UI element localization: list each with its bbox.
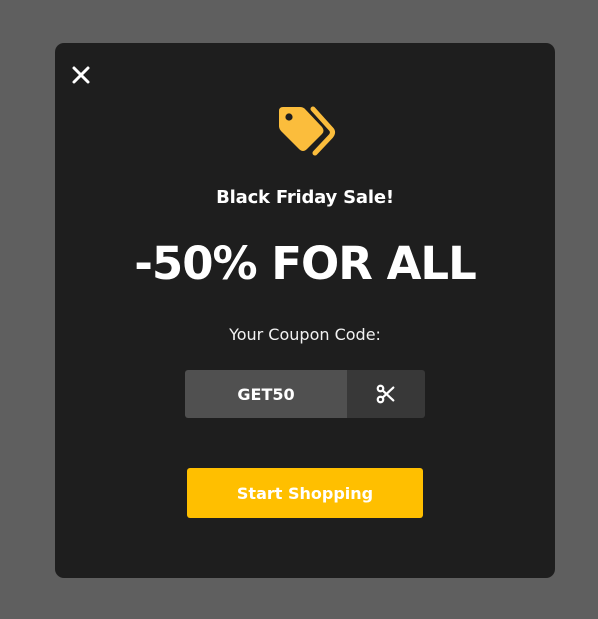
scissors-icon <box>376 384 395 404</box>
close-icon <box>72 66 90 84</box>
sale-subtitle: Black Friday Sale! <box>216 187 394 208</box>
coupon-label: Your Coupon Code: <box>229 325 381 344</box>
coupon-code-value[interactable]: GET50 <box>185 370 347 418</box>
discount-headline: -50% FOR ALL <box>134 237 477 290</box>
copy-coupon-button[interactable] <box>347 370 425 418</box>
page-overlay[interactable]: Black Friday Sale! -50% FOR ALL Your Cou… <box>0 0 598 619</box>
close-button[interactable] <box>71 65 91 85</box>
tags-icon <box>273 103 337 161</box>
start-shopping-button[interactable]: Start Shopping <box>187 468 423 518</box>
coupon-popup: Black Friday Sale! -50% FOR ALL Your Cou… <box>55 43 555 578</box>
coupon-field: GET50 <box>185 370 425 418</box>
